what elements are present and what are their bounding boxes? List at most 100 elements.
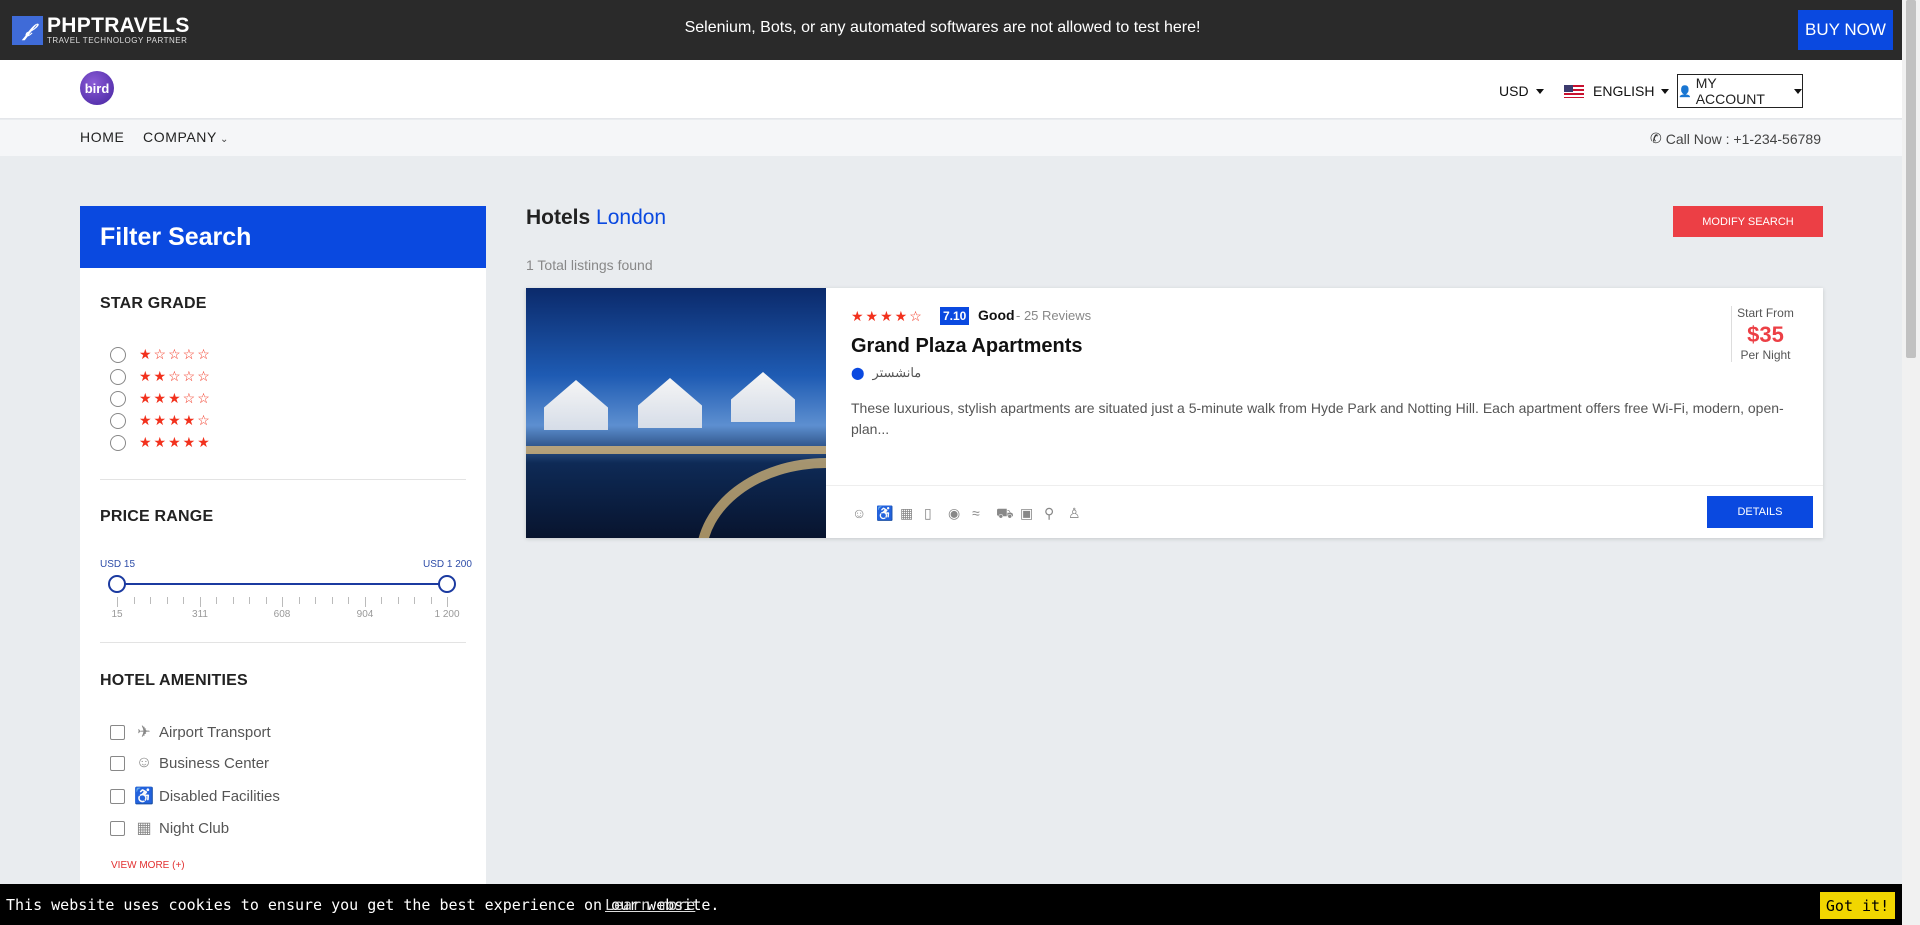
swimming-pool-icon: ≈	[972, 505, 980, 521]
filter-title: Filter Search	[80, 206, 486, 268]
language-label: ENGLISH	[1593, 83, 1655, 99]
amenity-night-club[interactable]: ▦ Night Club	[110, 818, 229, 838]
star-option-3[interactable]: ★★★☆☆	[110, 390, 212, 407]
call-now[interactable]: ✆ Call Now : +1-234-56789	[1650, 130, 1821, 147]
brand-logo[interactable]: bird	[80, 71, 114, 105]
view-more-link[interactable]: VIEW MORE (+)	[111, 860, 185, 871]
buy-now-button[interactable]: BUY NOW	[1798, 10, 1893, 50]
nav-home[interactable]: HOME	[80, 129, 124, 145]
deck-shape	[526, 446, 826, 454]
amenity-business-center[interactable]: ☺ Business Center	[110, 754, 269, 772]
learn-more-link[interactable]: Learn more	[605, 896, 695, 914]
shuttle-bus-icon: ⛟	[996, 505, 1014, 521]
scrollbar-thumb[interactable]	[1906, 0, 1916, 358]
price-slider-track[interactable]	[118, 583, 448, 585]
slider-tick	[282, 597, 283, 607]
rating-word: Good	[978, 307, 1015, 323]
slider-tick-label: 311	[192, 609, 208, 620]
results-title: Hotels London	[526, 206, 666, 230]
tent-shape	[638, 378, 702, 428]
cookie-accept-button[interactable]: Got it!	[1820, 892, 1895, 919]
nav-company-label: COMPANY	[143, 129, 217, 145]
caret-down-icon	[1661, 88, 1670, 94]
price-value: $35	[1747, 322, 1784, 347]
checkbox[interactable]	[110, 755, 125, 771]
currency-dropdown[interactable]: USD	[1499, 83, 1544, 99]
page-scrollbar[interactable]	[1902, 0, 1920, 925]
price-slider-max-handle[interactable]	[438, 575, 456, 593]
logo-tagline: TRAVEL TECHNOLOGY PARTNER	[47, 36, 188, 45]
cookie-banner: This website uses cookies to ensure you …	[0, 884, 1902, 925]
room-service-icon: ♙	[1068, 505, 1081, 521]
tent-shape	[544, 380, 608, 430]
elevator-icon: ▯	[924, 505, 932, 521]
start-from-label: Start From	[1737, 306, 1794, 320]
amenity-label: Disabled Facilities	[159, 787, 280, 805]
slider-tick	[381, 597, 382, 604]
top-banner: 𝒻 PHPTRAVELS TRAVEL TECHNOLOGY PARTNER S…	[0, 0, 1902, 60]
slider-tick	[167, 597, 168, 604]
phone-icon: ✆	[1650, 130, 1662, 146]
site-header: bird USD ENGLISH 👤 MY ACCOUNT	[0, 60, 1902, 119]
slider-tick	[266, 597, 267, 604]
slider-tick	[332, 597, 333, 604]
star-option-1[interactable]: ★☆☆☆☆	[110, 346, 212, 363]
checkbox[interactable]	[110, 788, 125, 804]
radio-button[interactable]	[110, 346, 126, 363]
slider-tick	[414, 597, 415, 604]
star-rating-icon: ★★★☆☆	[139, 390, 212, 406]
caret-down-icon	[1794, 88, 1802, 94]
tent-shape	[731, 372, 795, 422]
radio-button[interactable]	[110, 434, 126, 451]
map-pin-icon: ⬤	[851, 366, 865, 380]
user-icon: 👤	[1678, 85, 1692, 98]
hotel-name[interactable]: Grand Plaza Apartments	[851, 335, 1083, 358]
main-nav: HOME COMPANY ⌄ ✆ Call Now : +1-234-56789	[0, 120, 1902, 156]
us-flag-icon	[1564, 84, 1584, 98]
slider-tick	[398, 597, 399, 604]
star-option-5[interactable]: ★★★★★	[110, 434, 212, 451]
radio-button[interactable]	[110, 390, 126, 407]
language-dropdown[interactable]: ENGLISH	[1564, 83, 1670, 99]
my-account-button[interactable]: 👤 MY ACCOUNT	[1677, 74, 1803, 108]
slider-tick	[447, 597, 448, 607]
amenity-disabled-facilities[interactable]: ♿ Disabled Facilities	[110, 786, 280, 806]
walkway-shape	[696, 458, 826, 538]
modify-search-button[interactable]: MODIFY SEARCH	[1673, 206, 1823, 237]
amenity-label: Airport Transport	[159, 723, 271, 741]
radio-button[interactable]	[110, 412, 126, 429]
radio-button[interactable]	[110, 368, 126, 385]
bus-icon: ▣	[1020, 505, 1034, 521]
price-range-title: PRICE RANGE	[100, 508, 214, 525]
slider-tick	[183, 597, 184, 604]
slider-tick	[315, 597, 316, 604]
details-button[interactable]: DETAILS	[1707, 496, 1813, 528]
caret-down-icon	[1535, 88, 1544, 94]
per-night-label: Per Night	[1740, 348, 1791, 362]
star-rating-icon: ★☆☆☆☆	[139, 346, 212, 362]
amenity-label: Business Center	[159, 754, 270, 772]
checkbox[interactable]	[110, 820, 125, 836]
slider-tick	[200, 597, 201, 607]
hotel-card: ★★★★☆ 7.10 Good - 25 Reviews Grand Plaza…	[526, 288, 1823, 538]
amenity-airport-transport[interactable]: ✈ Airport Transport	[110, 722, 271, 742]
fitness-icon: ⚲	[1044, 505, 1055, 521]
price-min-label: USD 15	[100, 559, 136, 570]
star-option-2[interactable]: ★★☆☆☆	[110, 368, 212, 385]
hotel-image[interactable]	[526, 288, 826, 538]
hotel-amenities-title: HOTEL AMENITIES	[100, 672, 248, 689]
airplane-icon: ✈	[137, 724, 151, 741]
slider-tick	[431, 597, 432, 604]
price-max-label: USD 1 200	[423, 559, 472, 570]
price-slider-min-handle[interactable]	[108, 575, 126, 593]
checkbox[interactable]	[110, 724, 125, 740]
currency-label: USD	[1499, 83, 1529, 99]
star-option-4[interactable]: ★★★★☆	[110, 412, 212, 429]
hotel-description: These luxurious, stylish apartments are …	[851, 400, 1784, 437]
slider-tick	[249, 597, 250, 604]
hotel-location: ⬤ مانشستر	[851, 365, 921, 381]
nav-company[interactable]: COMPANY ⌄	[143, 129, 229, 145]
business-person-icon: ☺	[852, 505, 867, 521]
results-title-prefix: Hotels	[526, 206, 591, 229]
slider-tick	[117, 597, 118, 607]
